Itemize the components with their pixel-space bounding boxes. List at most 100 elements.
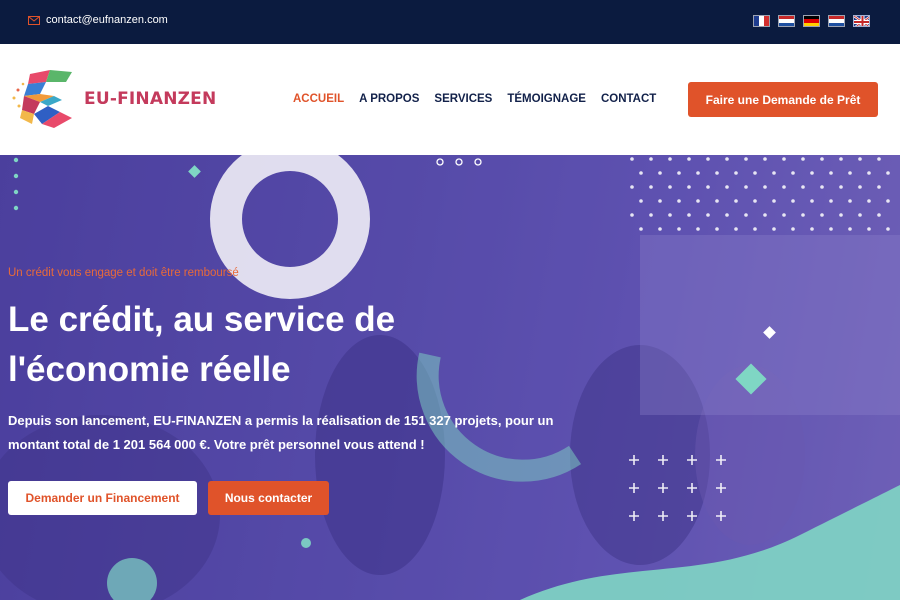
dot-pattern <box>848 227 852 231</box>
dot-pattern <box>753 227 757 231</box>
request-financing-button[interactable]: Demander un Financement <box>8 481 197 515</box>
dot-pattern <box>858 185 862 189</box>
top-bar: contact@eufnanzen.com <box>0 0 900 44</box>
dot-pattern <box>715 227 719 231</box>
dot-pattern <box>782 213 786 217</box>
dot-pattern <box>858 157 862 161</box>
dot-pattern <box>848 171 852 175</box>
dot-pattern <box>696 171 700 175</box>
dot-pattern <box>801 213 805 217</box>
dot-pattern <box>687 213 691 217</box>
dot-pattern <box>763 157 767 161</box>
dot-pattern <box>763 213 767 217</box>
nav-a-propos[interactable]: A PROPOS <box>359 93 419 105</box>
dot-pattern <box>820 157 824 161</box>
dot-pattern <box>782 185 786 189</box>
dot-pattern <box>639 227 643 231</box>
dot-pattern <box>734 199 738 203</box>
language-selector <box>753 15 870 27</box>
dot-pattern <box>820 213 824 217</box>
dot-pattern <box>791 199 795 203</box>
nav-contact[interactable]: CONTACT <box>601 93 656 105</box>
contact-email-link[interactable]: contact@eufnanzen.com <box>28 14 168 26</box>
dot-pattern <box>829 199 833 203</box>
dot-pattern <box>877 185 881 189</box>
dot-pattern <box>867 171 871 175</box>
dot-pattern <box>734 171 738 175</box>
site-logo[interactable]: EU-FINANZEN <box>10 68 216 130</box>
dot-pattern <box>867 199 871 203</box>
dot-pattern <box>839 157 843 161</box>
hero-tagline: Un crédit vous engage et doit être rembo… <box>8 267 239 279</box>
dot-pattern <box>877 157 881 161</box>
dot-pattern <box>696 199 700 203</box>
dot-pattern <box>791 171 795 175</box>
dot-pattern <box>630 213 634 217</box>
dot-pattern <box>772 199 776 203</box>
dot-pattern <box>658 171 662 175</box>
window-light <box>640 235 900 415</box>
loan-request-button[interactable]: Faire une Demande de Prêt <box>688 82 878 117</box>
nav-accueil[interactable]: ACCUEIL <box>293 93 344 105</box>
dot-pattern <box>810 199 814 203</box>
dot-pattern <box>744 157 748 161</box>
dot-pattern <box>753 171 757 175</box>
dot-pattern <box>753 199 757 203</box>
french-flag-icon[interactable] <box>753 15 770 27</box>
hero-section: Un crédit vous engage et doit être rembo… <box>0 155 900 600</box>
envelope-icon <box>28 15 40 25</box>
dot-pattern <box>706 185 710 189</box>
dot-pattern <box>848 199 852 203</box>
dot-pattern <box>639 171 643 175</box>
dot-pattern <box>649 213 653 217</box>
dot-pattern <box>886 171 890 175</box>
hero-description: Depuis son lancement, EU-FINANZEN a perm… <box>8 413 554 452</box>
dot-pattern <box>715 199 719 203</box>
dot-pattern <box>696 227 700 231</box>
dutch-flag-icon[interactable] <box>828 15 845 27</box>
dot-pattern <box>677 171 681 175</box>
dot-pattern <box>886 227 890 231</box>
dot-pattern <box>877 213 881 217</box>
nav-temoignage[interactable]: TÉMOIGNAGE <box>507 93 586 105</box>
eu-finanzen-logo-icon <box>12 70 72 128</box>
dot-pattern <box>867 227 871 231</box>
dot-pattern <box>725 157 729 161</box>
dutch-flag-icon[interactable] <box>778 15 795 27</box>
dot-pattern <box>801 157 805 161</box>
contact-us-button[interactable]: Nous contacter <box>208 481 329 515</box>
dot-pattern <box>649 157 653 161</box>
contact-email-text: contact@eufnanzen.com <box>46 14 168 26</box>
hero-headline: Le crédit, au service de l'économie réel… <box>8 300 396 389</box>
dot-pattern <box>725 185 729 189</box>
dot-pattern <box>668 185 672 189</box>
dot-pattern <box>687 185 691 189</box>
dot-pattern <box>772 227 776 231</box>
dot-pattern <box>829 227 833 231</box>
dot-pattern <box>658 227 662 231</box>
dot-pattern <box>734 227 738 231</box>
nav-services[interactable]: SERVICES <box>434 93 492 105</box>
dot-pattern <box>886 199 890 203</box>
dot-pattern <box>677 199 681 203</box>
dot-pattern <box>677 227 681 231</box>
dot-pattern <box>810 171 814 175</box>
dot-pattern <box>658 199 662 203</box>
german-flag-icon[interactable] <box>803 15 820 27</box>
dot-pattern <box>744 185 748 189</box>
dot-pattern <box>639 199 643 203</box>
dot-pattern <box>858 213 862 217</box>
uk-flag-icon[interactable] <box>853 15 870 27</box>
brand-name: EU-FINANZEN <box>84 89 217 109</box>
dot-pattern <box>763 185 767 189</box>
main-nav: ACCUEIL A PROPOS SERVICES TÉMOIGNAGE CON… <box>293 93 656 105</box>
dot-pattern <box>630 157 634 161</box>
dot-pattern <box>668 213 672 217</box>
dot-pattern <box>791 227 795 231</box>
dot-pattern <box>649 185 653 189</box>
dot-pattern <box>706 213 710 217</box>
dot-pattern <box>801 185 805 189</box>
dot-pattern <box>839 185 843 189</box>
dot-pattern <box>839 213 843 217</box>
dot-pattern <box>715 171 719 175</box>
